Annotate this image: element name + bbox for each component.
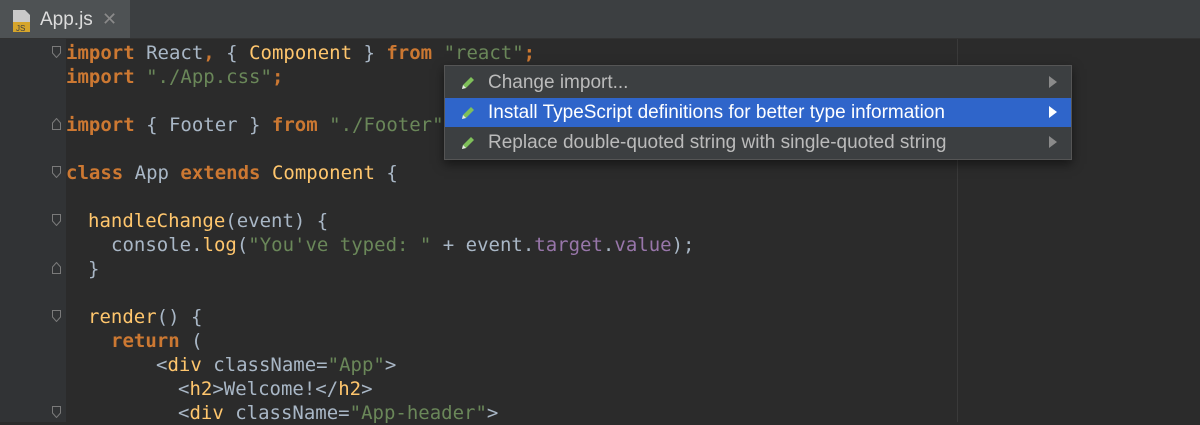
code-line-3: import { Footer } from "./Footer"; [66, 114, 455, 136]
code-line-12: <div className="App-header"> [178, 402, 499, 424]
menu-item-change-import[interactable]: Change import... [445, 68, 1071, 97]
tab-app-js[interactable]: JS App.js ✕ [0, 0, 130, 38]
pencil-icon [462, 137, 474, 149]
menu-item-replace-quotes[interactable]: Replace double-quoted string with single… [445, 128, 1071, 157]
fold-marker-icon[interactable] [52, 46, 61, 58]
menu-item-label: Change import... [488, 72, 629, 93]
fold-marker-icon[interactable] [52, 310, 61, 322]
code-line-6: console.log("You've typed: " + event.tar… [111, 234, 695, 256]
close-icon[interactable]: ✕ [102, 9, 117, 30]
js-file-icon: JS [13, 10, 30, 33]
code-line-10: <div className="App"> [156, 354, 397, 376]
pencil-icon [462, 77, 474, 89]
fold-marker-icon[interactable] [52, 214, 61, 226]
svg-text:JS: JS [16, 24, 25, 33]
intention-actions-popup: Change import... Install TypeScript defi… [444, 65, 1072, 160]
code-line-7: } [88, 258, 100, 280]
code-line-1: import React, { Component } from "react"… [66, 42, 536, 64]
fold-marker-icon[interactable] [52, 118, 61, 130]
fold-marker-icon[interactable] [52, 166, 61, 178]
submenu-arrow-icon [1049, 106, 1057, 118]
code-line-4: class App extends Component { [66, 162, 398, 184]
submenu-arrow-icon [1049, 136, 1057, 148]
fold-marker-icon[interactable] [52, 262, 61, 274]
menu-item-label: Replace double-quoted string with single… [488, 132, 947, 153]
menu-item-label: Install TypeScript definitions for bette… [488, 102, 945, 123]
submenu-arrow-icon [1049, 76, 1057, 88]
fold-marker-icon[interactable] [52, 406, 61, 418]
menu-item-install-typescript-definitions[interactable]: Install TypeScript definitions for bette… [445, 98, 1071, 127]
pencil-icon [462, 107, 474, 119]
editor-tab-bar: JS App.js ✕ [0, 0, 1200, 39]
code-line-11: <h2>Welcome!</h2> [178, 378, 373, 400]
code-line-9: return ( [111, 330, 203, 352]
code-line-2: import "./App.css"; [66, 66, 284, 88]
editor-gutter [0, 39, 66, 422]
code-line-5: handleChange(event) { [88, 210, 329, 232]
code-line-8: render() { [88, 306, 203, 328]
tab-title: App.js [40, 9, 93, 30]
